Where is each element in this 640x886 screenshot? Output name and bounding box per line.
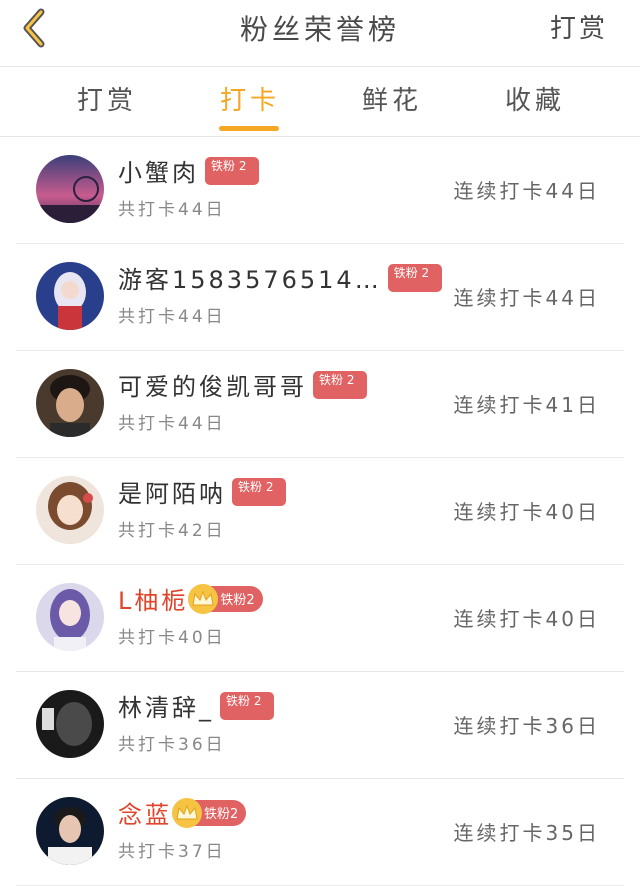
streak-days: 连续打卡44日 [453, 179, 600, 203]
list-item[interactable]: 可爱的俊凯哥哥 铁粉 2 共打卡44日 连续打卡41日 [16, 351, 624, 458]
total-checkin-days: 共打卡44日 [118, 414, 226, 434]
total-checkin-days: 共打卡36日 [118, 735, 226, 755]
page-title: 粉丝荣誉榜 [239, 13, 400, 46]
fan-level-label: 铁粉2 [220, 593, 255, 608]
avatar [36, 369, 104, 437]
streak-days: 连续打卡41日 [453, 393, 600, 417]
avatar [36, 583, 104, 651]
avatar [36, 690, 104, 758]
ranking-list: 小蟹肉 铁粉 2 共打卡44日 连续打卡44日 游客1583576514… 铁粉… [0, 137, 640, 886]
fan-level-badge: 铁粉 2 [313, 370, 367, 399]
streak-days: 连续打卡35日 [453, 821, 600, 845]
fan-level-badge: 铁粉 2 [387, 263, 442, 292]
fan-level-badge: 铁粉2 [188, 583, 263, 614]
streak-days: 连续打卡40日 [453, 607, 600, 631]
user-name: 可爱的俊凯哥哥 [118, 373, 307, 401]
fan-level-badge: 铁粉2 [172, 797, 247, 828]
top-bar: 粉丝荣誉榜 打赏 [0, 0, 640, 67]
total-checkin-days: 共打卡44日 [118, 200, 226, 220]
avatar [36, 476, 104, 544]
reward-button[interactable]: 打赏 [550, 8, 608, 45]
user-name: 念蓝 [118, 801, 172, 829]
total-checkin-days: 共打卡37日 [118, 842, 226, 862]
list-item[interactable]: 游客1583576514… 铁粉 2 共打卡44日 连续打卡44日 [16, 244, 624, 351]
avatar [36, 262, 104, 330]
fan-level-badge: 铁粉 2 [220, 691, 274, 720]
list-item[interactable]: 林清辞_ 铁粉 2 共打卡36日 连续打卡36日 [16, 672, 624, 779]
total-checkin-days: 共打卡42日 [118, 521, 226, 541]
streak-days: 连续打卡36日 [453, 714, 600, 738]
user-name: 是阿陌呐 [118, 480, 226, 508]
active-tab-indicator [219, 126, 279, 131]
streak-days: 连续打卡40日 [453, 500, 600, 524]
streak-days: 连续打卡44日 [453, 286, 600, 310]
crown-icon [172, 797, 202, 828]
crown-icon [188, 583, 219, 614]
fan-level-badge: 铁粉 2 [232, 477, 286, 506]
total-checkin-days: 共打卡40日 [118, 628, 226, 648]
avatar [36, 155, 104, 223]
list-item[interactable]: 念蓝 铁粉2 共打卡37日 连续打卡35日 [16, 779, 624, 886]
tab-flowers[interactable]: 鲜花 [332, 80, 452, 117]
tab-checkin[interactable]: 打卡 [190, 80, 310, 117]
tab-bar: 打赏 打卡 鲜花 收藏 [0, 66, 640, 137]
user-name: L柚栀 [118, 587, 189, 615]
user-name: 小蟹肉 [118, 159, 199, 187]
list-item[interactable]: 小蟹肉 铁粉 2 共打卡44日 连续打卡44日 [16, 137, 624, 244]
list-item[interactable]: 是阿陌呐 铁粉 2 共打卡42日 连续打卡40日 [16, 458, 624, 565]
user-name: 林清辞_ [118, 694, 214, 722]
fan-level-label: 铁粉2 [204, 807, 239, 822]
list-item[interactable]: L柚栀 铁粉2 共打卡40日 连续打卡40日 [16, 565, 624, 672]
avatar [36, 797, 104, 865]
tab-favorites[interactable]: 收藏 [475, 80, 595, 117]
total-checkin-days: 共打卡44日 [118, 307, 226, 327]
user-name: 游客1583576514… [118, 266, 382, 294]
tab-reward[interactable]: 打赏 [47, 80, 167, 117]
fan-level-badge: 铁粉 2 [205, 156, 259, 185]
